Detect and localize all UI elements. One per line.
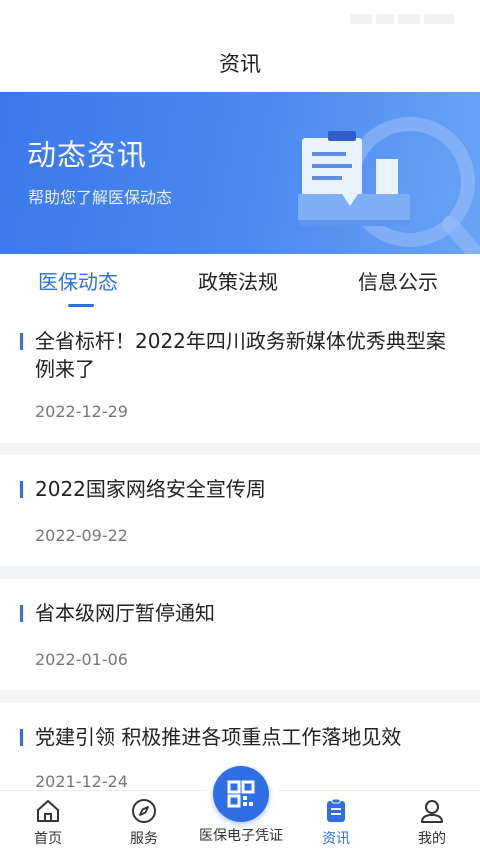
- news-item[interactable]: 省本级网厅暂停通知 2022-01-06: [0, 579, 480, 690]
- document-search-icon: [298, 117, 480, 254]
- banner: 动态资讯 帮助您了解医保动态: [0, 92, 480, 254]
- active-tab-indicator: [68, 304, 94, 307]
- user-icon: [421, 800, 443, 823]
- tabbar-label-e-voucher[interactable]: 医保电子凭证: [180, 825, 302, 845]
- news-item[interactable]: 2022国家网络安全宣传周 2022-09-22: [0, 455, 480, 566]
- tabbar-label: 服务: [130, 831, 158, 847]
- news-date: 2021-12-24: [35, 772, 128, 791]
- tab-medical-insurance-news[interactable]: 医保动态: [38, 266, 118, 295]
- tab-policies[interactable]: 政策法规: [198, 266, 278, 295]
- qr-code-icon: [227, 780, 255, 808]
- page-title: 资讯: [219, 52, 261, 76]
- news-accent-bar: [20, 729, 23, 746]
- nav-bar: 资讯: [0, 36, 480, 92]
- banner-subtitle: 帮助您了解医保动态: [28, 188, 173, 207]
- tab-public-notices[interactable]: 信息公示: [358, 266, 438, 295]
- tabbar-news[interactable]: 资讯: [296, 797, 376, 848]
- news-date: 2022-01-06: [35, 650, 128, 669]
- status-icons: [346, 9, 466, 25]
- status-bar: [0, 0, 480, 36]
- category-tabs: 医保动态 政策法规 信息公示: [0, 254, 480, 314]
- tabbar-services[interactable]: 服务: [104, 797, 184, 848]
- news-date: 2022-09-22: [35, 526, 128, 545]
- banner-title: 动态资讯: [27, 138, 148, 172]
- news-accent-bar: [20, 333, 23, 350]
- medical-e-voucher-button[interactable]: [213, 766, 269, 822]
- tabbar-label: 首页: [34, 831, 62, 847]
- news-item[interactable]: 全省标杆！2022年四川政务新媒体优秀典型案例来了 2022-12-29: [0, 314, 480, 443]
- news-title: 全省标杆！2022年四川政务新媒体优秀典型案例来了: [35, 329, 446, 381]
- news-accent-bar: [20, 605, 23, 622]
- home-icon: [37, 800, 59, 822]
- news-accent-bar: [20, 481, 23, 498]
- tabbar-mine[interactable]: 我的: [392, 797, 472, 848]
- news-title: 省本级网厅暂停通知: [35, 601, 215, 625]
- tabbar-home[interactable]: 首页: [8, 797, 88, 848]
- news-icon: [327, 798, 345, 822]
- news-date: 2022-12-29: [35, 402, 128, 421]
- news-title: 2022国家网络安全宣传周: [35, 477, 266, 501]
- tabbar-label: 我的: [418, 831, 446, 847]
- tabbar-label: 资讯: [322, 831, 350, 847]
- news-title: 党建引领 积极推进各项重点工作落地见效: [35, 725, 402, 749]
- compass-icon: [132, 799, 156, 823]
